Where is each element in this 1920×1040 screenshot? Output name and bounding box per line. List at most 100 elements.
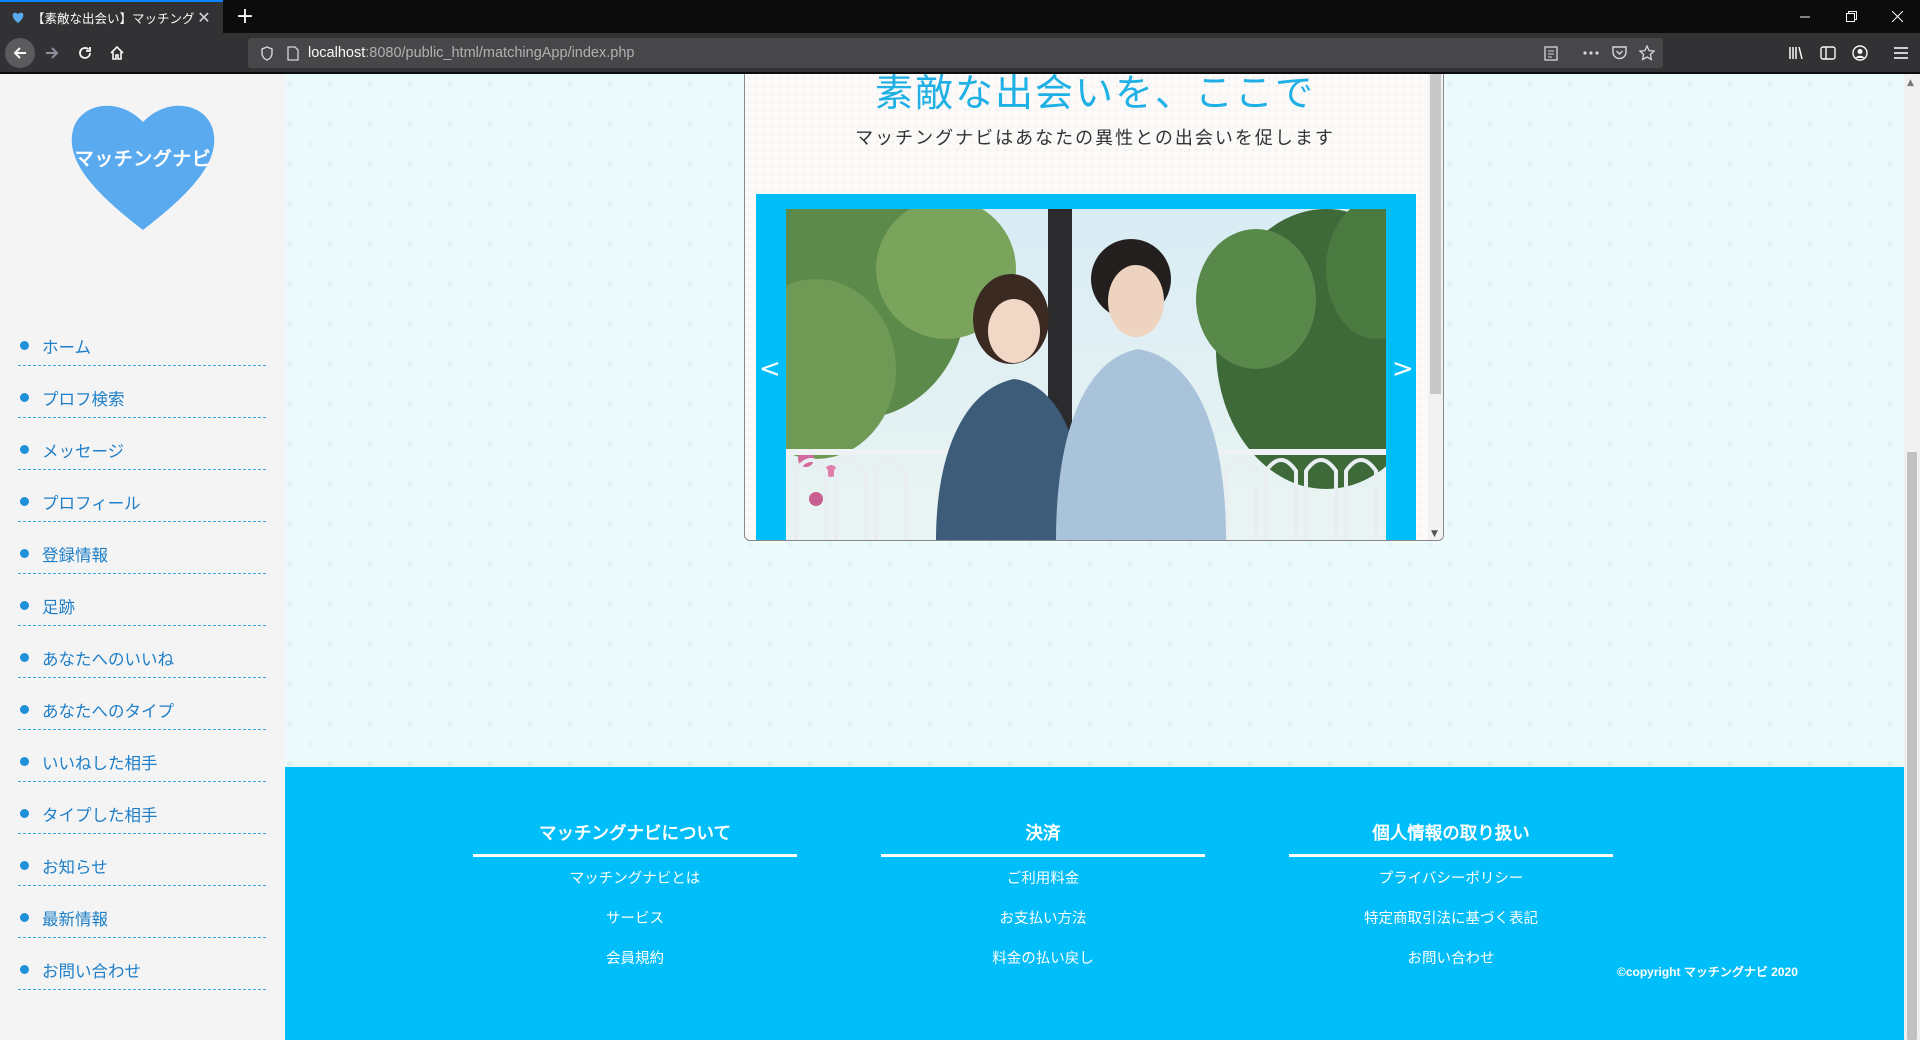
sidebar-item-label: いいねした相手 xyxy=(42,753,158,773)
footer-link[interactable]: お問い合わせ xyxy=(1289,939,1613,979)
sidebar-icon[interactable] xyxy=(1813,38,1843,68)
restore-button[interactable] xyxy=(1828,0,1874,33)
card-scrollbar[interactable]: ▼ xyxy=(1428,74,1443,540)
image-slider: < > xyxy=(756,194,1416,540)
bullet-icon xyxy=(20,965,29,974)
sidebar-item-label: 最新情報 xyxy=(42,909,108,929)
logo-text: マッチングナビ xyxy=(74,148,212,170)
sidebar-item-profile-search[interactable]: プロフ検索 xyxy=(18,366,266,418)
sidebar-item-contact[interactable]: お問い合わせ xyxy=(18,938,266,990)
copyright-text: ©copyright マッチングナビ 2020 xyxy=(1617,965,1798,979)
footer-column-about: マッチングナビについて マッチングナビとは サービス 会員規約 xyxy=(473,819,797,979)
home-icon[interactable] xyxy=(102,38,132,68)
arrow-right-icon[interactable] xyxy=(37,38,67,68)
footer-column-title: 決済 xyxy=(881,819,1205,857)
footer-link[interactable]: 特定商取引法に基づく表記 xyxy=(1289,899,1613,939)
footer-link[interactable]: 料金の払い戻し xyxy=(881,939,1205,979)
close-icon[interactable]: ✕ xyxy=(195,8,213,27)
sidebar-item-liked[interactable]: いいねした相手 xyxy=(18,730,266,782)
sidebar-item-label: ホーム xyxy=(42,337,92,357)
bullet-icon xyxy=(20,757,29,766)
sidebar-item-label: タイプした相手 xyxy=(42,805,158,825)
bullet-icon xyxy=(20,393,29,402)
bullet-icon xyxy=(20,913,29,922)
bullet-icon xyxy=(20,549,29,558)
shield-icon[interactable] xyxy=(256,42,278,64)
heart-icon xyxy=(10,10,26,26)
sidebar-item-registration[interactable]: 登録情報 xyxy=(18,522,266,574)
sidebar-item-footprints[interactable]: 足跡 xyxy=(18,574,266,626)
hero-card: 素敵な出会いを、ここで マッチングナビはあなたの異性との出会いを促します < >… xyxy=(744,74,1444,541)
hamburger-menu-icon[interactable] xyxy=(1886,38,1916,68)
footer-link[interactable]: プライバシーポリシー xyxy=(1289,859,1613,899)
pocket-icon[interactable] xyxy=(1607,41,1631,65)
url-host: localhost xyxy=(308,45,366,61)
footer-link[interactable]: 会員規約 xyxy=(473,939,797,979)
sidebar-item-label: 足跡 xyxy=(42,597,75,617)
arrow-left-icon[interactable] xyxy=(5,38,35,68)
footer-link[interactable]: ご利用料金 xyxy=(881,859,1205,899)
sidebar-item-label: あなたへのいいね xyxy=(42,649,174,669)
footer-link[interactable]: マッチングナビとは xyxy=(473,859,797,899)
page-viewport: マッチングナビ ホーム プロフ検索 メッセージ プロフィール 登録情報 足跡 あ… xyxy=(0,74,1920,1040)
page-scrollbar[interactable]: ▲ xyxy=(1904,74,1920,1040)
sidebar-item-messages[interactable]: メッセージ xyxy=(18,418,266,470)
sidebar-item-news[interactable]: 最新情報 xyxy=(18,886,266,938)
reload-icon[interactable] xyxy=(70,38,100,68)
hero-subtitle: マッチングナビはあなたの異性との出会いを促します xyxy=(855,128,1335,149)
sidebar-item-label: 登録情報 xyxy=(42,545,108,565)
browser-nav-bar: localhost:8080/public_html/matchingApp/i… xyxy=(0,33,1920,73)
bullet-icon xyxy=(20,861,29,870)
sidebar-item-profile[interactable]: プロフィール xyxy=(18,470,266,522)
page-icon[interactable] xyxy=(282,42,304,64)
hero-title: 素敵な出会いを、ここで xyxy=(874,74,1315,115)
sidebar-item-label: プロフ検索 xyxy=(42,389,125,409)
footer-link[interactable]: サービス xyxy=(473,899,797,939)
sidebar-item-types-received[interactable]: あなたへのタイプ xyxy=(18,678,266,730)
browser-tab[interactable]: 【素敵な出会い】マッチングナビ！ ✕ xyxy=(0,0,223,33)
bullet-icon xyxy=(20,809,29,818)
chevron-down-icon[interactable]: ▼ xyxy=(1431,529,1438,539)
slider-next-button[interactable]: > xyxy=(1392,354,1414,384)
account-icon[interactable] xyxy=(1845,38,1875,68)
sidebar-item-home[interactable]: ホーム xyxy=(18,314,266,366)
minimize-button[interactable] xyxy=(1782,0,1828,33)
close-window-button[interactable] xyxy=(1874,0,1920,33)
url-path: :8080/public_html/matchingApp/index.php xyxy=(365,45,635,61)
tab-title: 【素敵な出会い】マッチングナビ！ xyxy=(32,11,195,26)
sidebar-item-typed[interactable]: タイプした相手 xyxy=(18,782,266,834)
sidebar-item-label: メッセージ xyxy=(42,441,125,461)
bullet-icon xyxy=(20,705,29,714)
sidebar-item-notices[interactable]: お知らせ xyxy=(18,834,266,886)
logo[interactable]: マッチングナビ xyxy=(68,98,218,238)
url-bar[interactable]: localhost:8080/public_html/matchingApp/i… xyxy=(248,38,1663,68)
star-icon[interactable] xyxy=(1635,41,1659,65)
footer-column-privacy: 個人情報の取り扱い プライバシーポリシー 特定商取引法に基づく表記 お問い合わせ xyxy=(1289,819,1613,979)
slider-prev-button[interactable]: < xyxy=(759,354,781,384)
sidebar-item-label: お問い合わせ xyxy=(42,961,141,981)
bullet-icon xyxy=(20,497,29,506)
footer: マッチングナビについて マッチングナビとは サービス 会員規約 決済 ご利用料金… xyxy=(285,767,1904,1040)
reader-view-icon[interactable] xyxy=(1539,41,1563,65)
sidebar: マッチングナビ ホーム プロフ検索 メッセージ プロフィール 登録情報 足跡 あ… xyxy=(0,74,285,1040)
bullet-icon xyxy=(20,601,29,610)
new-tab-button[interactable]: + xyxy=(230,0,260,33)
sidebar-item-label: プロフィール xyxy=(42,493,141,513)
footer-link[interactable]: お支払い方法 xyxy=(881,899,1205,939)
more-icon[interactable] xyxy=(1579,41,1603,65)
footer-column-title: 個人情報の取り扱い xyxy=(1289,819,1613,857)
library-icon[interactable] xyxy=(1781,38,1811,68)
bullet-icon xyxy=(20,341,29,350)
chevron-up-icon[interactable]: ▲ xyxy=(1907,78,1914,88)
sidebar-item-label: お知らせ xyxy=(42,857,108,877)
footer-column-title: マッチングナビについて xyxy=(473,819,797,857)
couple-photo xyxy=(786,209,1386,540)
sidebar-item-label: あなたへのタイプ xyxy=(42,701,174,721)
page-scrollbar-thumb[interactable] xyxy=(1907,452,1917,1040)
browser-tab-bar: 【素敵な出会い】マッチングナビ！ ✕ + xyxy=(0,0,1920,33)
sidebar-item-likes-received[interactable]: あなたへのいいね xyxy=(18,626,266,678)
footer-column-payment: 決済 ご利用料金 お支払い方法 料金の払い戻し xyxy=(881,819,1205,979)
card-scrollbar-thumb[interactable] xyxy=(1430,74,1441,394)
sidebar-menu: ホーム プロフ検索 メッセージ プロフィール 登録情報 足跡 あなたへのいいね … xyxy=(18,314,266,990)
bullet-icon xyxy=(20,653,29,662)
